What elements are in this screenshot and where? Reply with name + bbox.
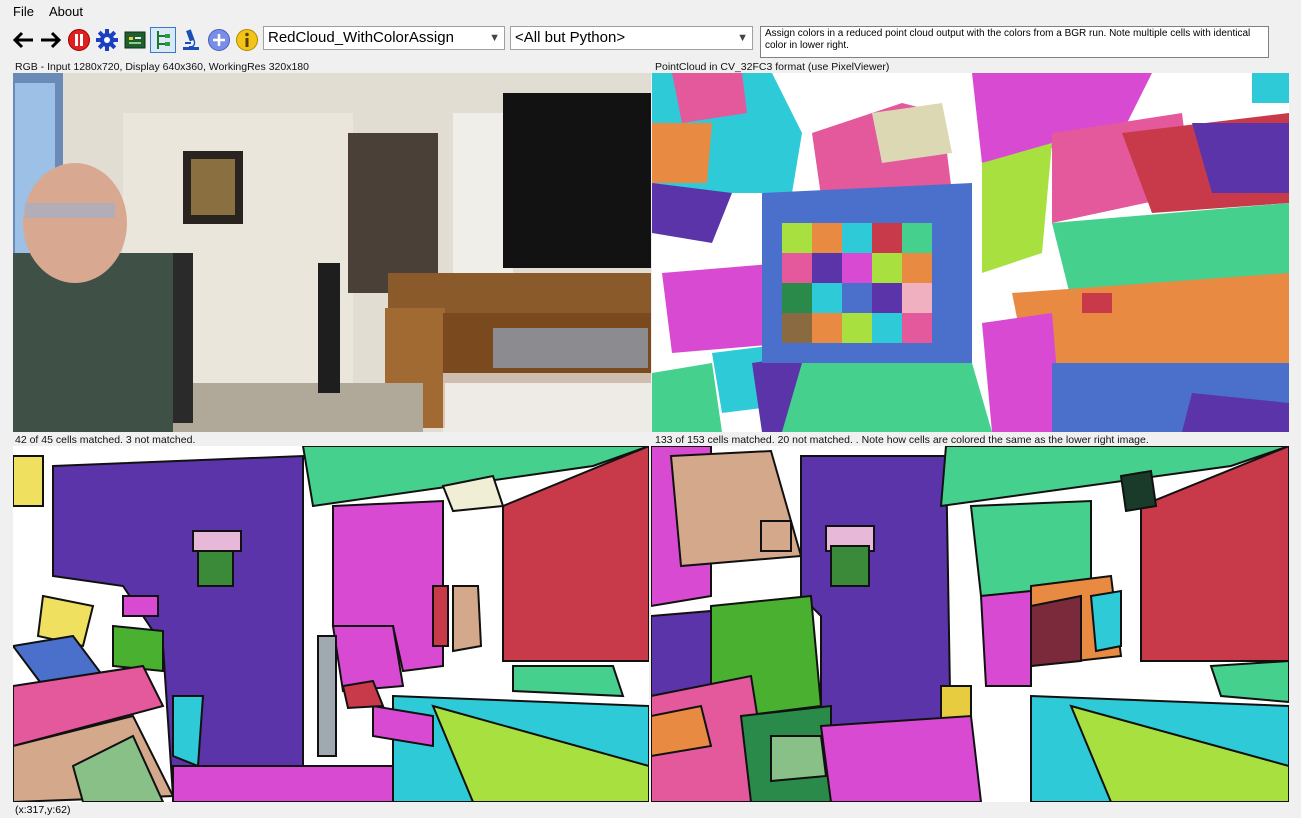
info-icon[interactable] (234, 27, 260, 53)
bgr-cells-panel[interactable] (13, 446, 649, 802)
gear-icon[interactable] (94, 27, 120, 53)
algorithm-description: Assign colors in a reduced point cloud o… (760, 26, 1269, 58)
back-arrow-icon[interactable] (10, 27, 36, 53)
pointcloud-panel[interactable] (652, 73, 1289, 432)
menu-file[interactable]: File (13, 4, 34, 19)
rgb-image-panel[interactable] (13, 73, 651, 432)
bottom-right-panel-label: 133 of 153 cells matched. 20 not matched… (655, 434, 1149, 446)
filter-select-value: <All but Python> (515, 29, 626, 46)
chevron-down-icon: ▼ (489, 32, 500, 44)
forward-arrow-icon[interactable] (38, 27, 64, 53)
chevron-down-icon: ▼ (737, 32, 748, 44)
microscope-icon[interactable] (178, 27, 204, 53)
top-right-panel-label: PointCloud in CV_32FC3 format (use Pixel… (655, 61, 890, 73)
top-left-panel-label: RGB - Input 1280x720, Display 640x360, W… (15, 61, 309, 73)
pause-icon[interactable] (66, 27, 92, 53)
algorithm-select[interactable]: RedCloud_WithColorAssign ▼ (263, 26, 505, 50)
cursor-coordinates: (x:317,y:62) (15, 804, 71, 816)
menu-bar: File About (0, 0, 1301, 22)
tree-view-icon[interactable] (150, 27, 176, 53)
algorithm-select-value: RedCloud_WithColorAssign (268, 29, 454, 46)
plus-icon[interactable] (206, 27, 232, 53)
toolbar: RedCloud_WithColorAssign ▼ <All but Pyth… (0, 24, 1301, 58)
bottom-left-panel-label: 42 of 45 cells matched. 3 not matched. (15, 434, 196, 446)
pointcloud-cells-panel[interactable] (651, 446, 1289, 802)
chip-icon[interactable] (122, 27, 148, 53)
menu-about[interactable]: About (49, 4, 83, 19)
filter-select[interactable]: <All but Python> ▼ (510, 26, 753, 50)
